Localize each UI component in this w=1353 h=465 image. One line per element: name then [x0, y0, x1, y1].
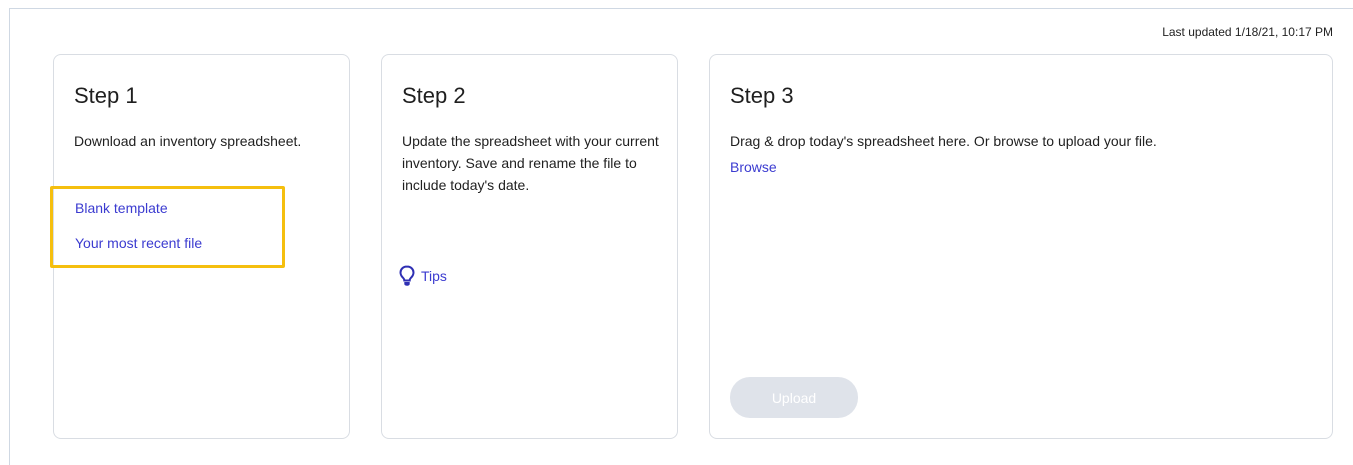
step3-description: Drag & drop today's spreadsheet here. Or… — [730, 133, 1157, 149]
download-links-highlight — [50, 186, 285, 268]
step3-title: Step 3 — [730, 83, 794, 108]
step3-dropzone-card[interactable]: Step 3 Drag & drop today's spreadsheet h… — [709, 54, 1333, 439]
recent-file-link[interactable]: Your most recent file — [75, 235, 202, 251]
step2-card: Step 2 Update the spreadsheet with your … — [381, 54, 678, 439]
step2-description: Update the spreadsheet with your current… — [402, 133, 659, 193]
step1-description: Download an inventory spreadsheet. — [74, 133, 302, 149]
browse-link[interactable]: Browse — [730, 159, 777, 175]
lightbulb-icon — [399, 265, 415, 287]
tips-link[interactable]: Tips — [399, 265, 447, 287]
last-updated-text: Last updated 1/18/21, 10:17 PM — [1162, 25, 1333, 39]
upload-button[interactable]: Upload — [730, 377, 858, 418]
step1-title: Step 1 — [74, 83, 138, 108]
step2-title: Step 2 — [402, 83, 466, 108]
step1-card: Step 1 Download an inventory spreadsheet… — [50, 54, 350, 439]
blank-template-link[interactable]: Blank template — [75, 200, 168, 216]
tips-label[interactable]: Tips — [421, 268, 447, 284]
